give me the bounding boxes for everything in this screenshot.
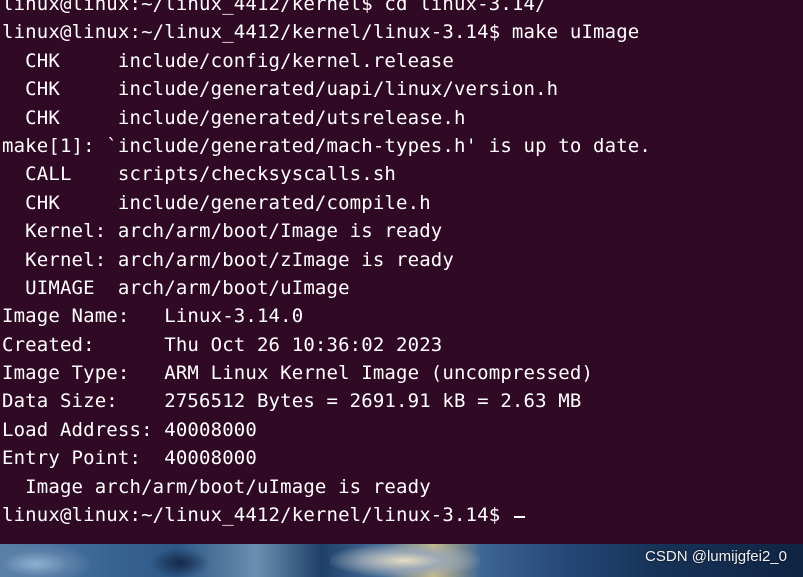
- terminal-line: CHK include/generated/utsrelease.h: [2, 106, 466, 129]
- terminal-line: UIMAGE arch/arm/boot/uImage: [2, 276, 350, 299]
- terminal-line: CHK include/config/kernel.release: [2, 49, 454, 72]
- terminal-line: Created: Thu Oct 26 10:36:02 2023: [2, 333, 443, 356]
- wallpaper-shadow: [150, 548, 210, 577]
- terminal-line: make[1]: `include/generated/mach-types.h…: [2, 134, 651, 157]
- terminal-line: Kernel: arch/arm/boot/Image is ready: [2, 220, 443, 243]
- terminal-line: Image Name: Linux-3.14.0: [2, 305, 304, 328]
- terminal-line: Data Size: 2756512 Bytes = 2691.91 kB = …: [2, 390, 582, 413]
- wallpaper-highlight: [330, 544, 480, 577]
- terminal-output: linux@linux:~/linux_4412/kernel$ cd linu…: [2, 0, 651, 529]
- terminal-line: Entry Point: 40008000: [2, 447, 257, 470]
- terminal-line: linux@linux:~/linux_4412/kernel/linux-3.…: [2, 21, 640, 44]
- wallpaper-highlight: [0, 544, 90, 577]
- terminal-line: Image Type: ARM Linux Kernel Image (unco…: [2, 362, 594, 385]
- terminal-line: Kernel: arch/arm/boot/zImage is ready: [2, 248, 454, 271]
- text-cursor: [513, 516, 525, 519]
- terminal-prompt-line[interactable]: linux@linux:~/linux_4412/kernel/linux-3.…: [2, 501, 651, 529]
- terminal-line: CALL scripts/checksyscalls.sh: [2, 163, 397, 186]
- terminal-line: Image arch/arm/boot/uImage is ready: [2, 475, 431, 498]
- terminal-line: CHK include/generated/uapi/linux/version…: [2, 78, 559, 101]
- terminal-line: Load Address: 40008000: [2, 418, 257, 441]
- shell-prompt: linux@linux:~/linux_4412/kernel/linux-3.…: [2, 504, 512, 527]
- terminal-line: linux@linux:~/linux_4412/kernel$ cd linu…: [2, 0, 547, 15]
- terminal-window[interactable]: linux@linux:~/linux_4412/kernel$ cd linu…: [0, 0, 803, 544]
- watermark-text: CSDN @lumijgfei2_0: [645, 548, 787, 565]
- terminal-line: CHK include/generated/compile.h: [2, 191, 431, 214]
